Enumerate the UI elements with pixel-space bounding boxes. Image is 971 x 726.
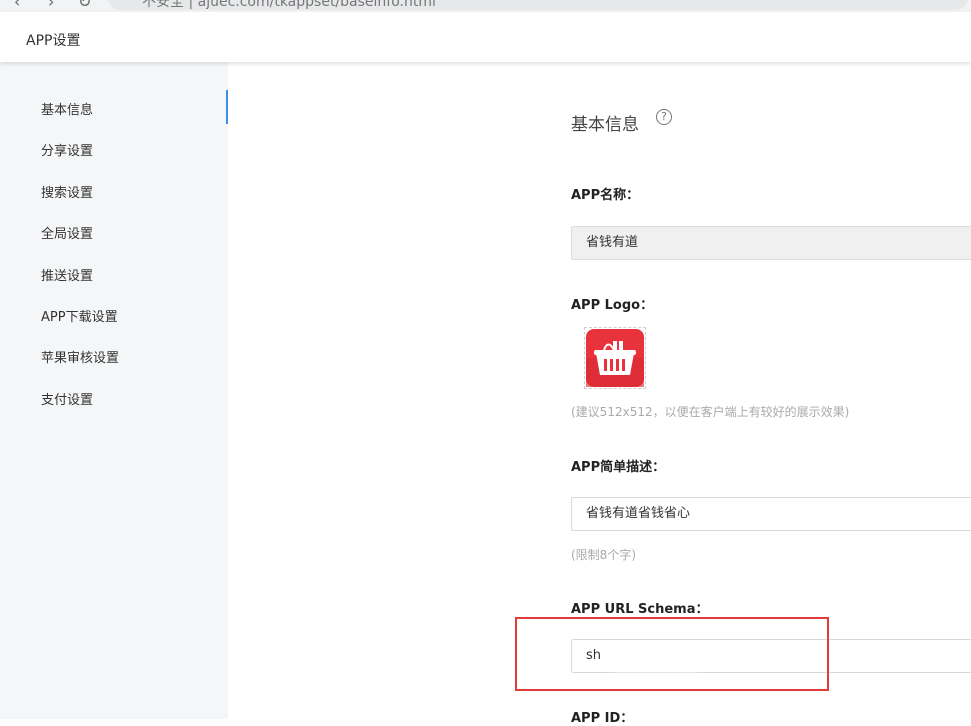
section-title: 基本信息 [571,115,639,135]
highlight-box [515,617,829,691]
help-icon[interactable]: ? [656,109,672,125]
logo-upload[interactable] [584,327,646,389]
app-name-label: APP名称： [571,188,640,203]
page-title: APP设置 [26,33,81,49]
sidebar-item-label: APP下载设置 [41,310,118,325]
sidebar: 基本信息 分享设置 搜索设置 全局设置 推送设置 APP下载设置 苹果审核设置 … [0,62,228,719]
app-url-schema-label: APP URL Schema： [571,602,709,617]
app-desc-input[interactable]: 省钱有道省钱省心 [571,497,971,531]
sidebar-item-label: 搜索设置 [41,186,94,201]
sidebar-item-search-settings[interactable]: 搜索设置 [0,173,228,207]
browser-toolbar: ‹ › ↻ 不安全 | ajuec.com/tkappset/baseinfo.… [0,0,971,12]
app-header: APP设置 [0,12,971,62]
sidebar-item-apple-review-settings[interactable]: 苹果审核设置 [0,338,228,372]
sidebar-item-label: 推送设置 [41,269,94,284]
app-name-input[interactable]: 省钱有道 [571,226,971,260]
address-bar-text: 不安全 | ajuec.com/tkappset/baseinfo.html [142,0,436,10]
sidebar-item-payment-settings[interactable]: 支付设置 [0,380,228,414]
sidebar-item-push-settings[interactable]: 推送设置 [0,256,228,290]
app-logo-image [586,329,644,387]
sidebar-item-label: 基本信息 [41,103,94,118]
app-logo-label: APP Logo： [571,298,654,313]
forward-icon[interactable]: › [48,0,54,11]
sidebar-item-label: 分享设置 [41,144,94,159]
sidebar-item-label: 全局设置 [41,227,94,242]
sidebar-item-label: 苹果审核设置 [41,351,120,366]
sidebar-item-basic-info[interactable]: 基本信息 [0,90,228,124]
sidebar-item-app-download-settings[interactable]: APP下载设置 [0,297,228,331]
sidebar-item-label: 支付设置 [41,393,94,408]
app-logo-hint: (建议512x512，以便在客户端上有较好的展示效果) [571,405,850,419]
app-desc-label: APP简单描述： [571,460,666,475]
sidebar-item-global-settings[interactable]: 全局设置 [0,214,228,248]
sidebar-item-share-settings[interactable]: 分享设置 [0,131,228,165]
app-id-label: APP ID： [571,711,634,726]
reload-icon[interactable]: ↻ [78,0,91,11]
app-desc-hint: (限制8个字) [571,548,636,562]
main-content: 基本信息 ? APP名称： 省钱有道 APP Logo： (建议512x512，… [228,62,971,726]
back-icon[interactable]: ‹ [14,0,20,11]
